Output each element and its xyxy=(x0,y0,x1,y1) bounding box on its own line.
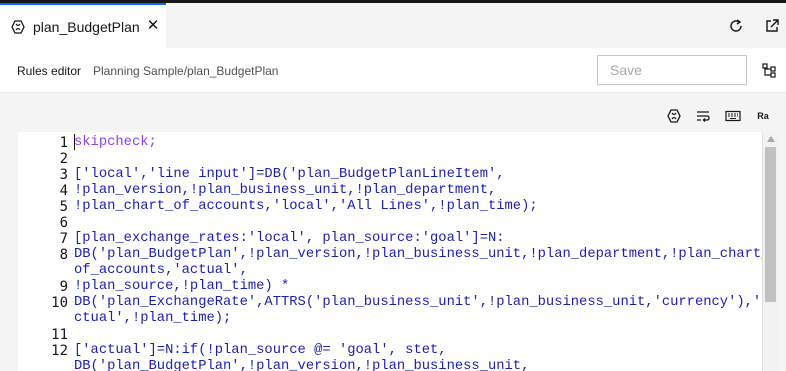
line-number: 1 xyxy=(59,135,68,151)
cube-icon xyxy=(10,19,26,35)
open-external-icon[interactable] xyxy=(763,17,781,35)
line-number: 5 xyxy=(59,199,68,215)
code-line: !plan_chart_of_accounts,'local','All Lin… xyxy=(74,199,538,214)
code-line: DB('plan_ExchangeRate',ATTRS('plan_busin… xyxy=(74,295,770,310)
tab-plan-budgetplan[interactable]: plan_BudgetPlan ✕ xyxy=(0,3,166,48)
code-line: skipcheck; xyxy=(74,135,157,150)
wrap-text-icon[interactable] xyxy=(694,108,712,124)
keyboard-icon[interactable] xyxy=(724,108,742,124)
code-line: of_accounts,'actual', xyxy=(74,263,248,278)
code-line: !plan_source,!plan_time) * xyxy=(74,279,290,294)
line-number: 10 xyxy=(51,295,68,311)
code-editor[interactable]: 1 3 2 4 5 6 7 8 9 10 11 12 skipcheck; ['… xyxy=(18,132,778,371)
code-line: ['local','line input']=DB('plan_BudgetPl… xyxy=(74,167,505,182)
line-number: 6 xyxy=(59,215,68,231)
save-button[interactable]: Save xyxy=(597,55,747,85)
line-number: 9 xyxy=(59,279,68,295)
code-line: ctual',!plan_time); xyxy=(74,311,232,326)
scroll-thumb[interactable] xyxy=(765,147,776,302)
line-number: 3 xyxy=(59,167,68,183)
editor-toolbar: Ra xyxy=(0,94,786,132)
close-icon[interactable]: ✕ xyxy=(146,18,160,34)
refresh-icon[interactable] xyxy=(727,17,745,35)
line-number: 11 xyxy=(51,327,68,343)
cube-icon[interactable] xyxy=(665,108,683,124)
code-line: DB('plan_BudgetPlan',!plan_version,!plan… xyxy=(74,359,530,371)
code-line: DB('plan_BudgetPlan',!plan_version,!plan… xyxy=(74,247,770,262)
hierarchy-icon[interactable] xyxy=(760,61,778,79)
editor-header: Rules editor Planning Sample/plan_Budget… xyxy=(0,48,786,93)
code-area[interactable]: skipcheck; ['local','line input']=DB('pl… xyxy=(74,132,769,371)
format-label: Ra xyxy=(757,111,769,121)
top-bar: plan_BudgetPlan ✕ xyxy=(0,0,786,48)
format-icon[interactable]: Ra xyxy=(754,108,772,124)
scroll-up-icon[interactable] xyxy=(767,136,775,142)
line-number: 7 xyxy=(59,231,68,247)
line-number-gutter: 1 3 2 4 5 6 7 8 9 10 11 12 xyxy=(18,132,68,371)
code-line: [plan_exchange_rates:'local', plan_sourc… xyxy=(74,231,505,246)
vertical-scrollbar[interactable] xyxy=(762,132,778,371)
line-number: 12 xyxy=(51,343,68,359)
line-number: 8 xyxy=(59,247,68,263)
code-line: ['actual']=N:if(!plan_source @= 'goal', … xyxy=(74,343,447,358)
line-number: 4 xyxy=(59,183,68,199)
breadcrumb-path: Planning Sample/plan_BudgetPlan xyxy=(93,64,279,78)
breadcrumb-rules-editor[interactable]: Rules editor xyxy=(17,64,81,78)
code-line: !plan_version,!plan_business_unit,!plan_… xyxy=(74,183,497,198)
tab-title: plan_BudgetPlan xyxy=(33,18,140,35)
line-number: 2 xyxy=(59,151,68,167)
